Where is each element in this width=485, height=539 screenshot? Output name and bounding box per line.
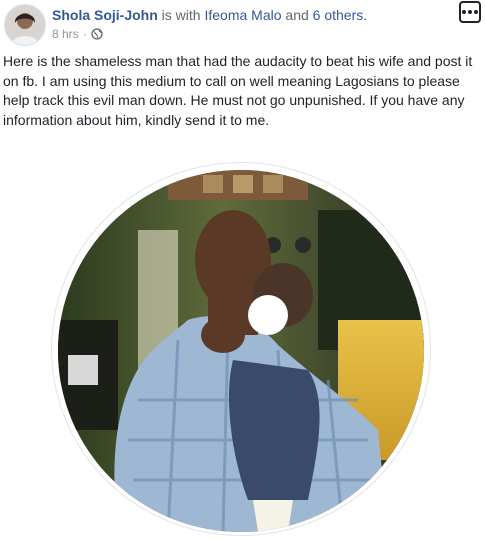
with-text: is with: [161, 7, 201, 23]
ellipsis-dot: [474, 10, 478, 14]
and-text: and: [285, 7, 309, 23]
photo-illustration: [58, 170, 424, 532]
globe-icon[interactable]: [91, 28, 103, 40]
post-header: Shola Soji-John is with Ifeoma Malo and …: [52, 6, 367, 24]
ellipsis-dot: [468, 10, 472, 14]
post-body-text: Here is the shameless man that had the a…: [3, 53, 473, 128]
avatar-image: [5, 5, 45, 45]
post-meta: 8 hrs ·: [52, 26, 103, 42]
author-avatar[interactable]: [4, 4, 46, 46]
post-photo[interactable]: [58, 170, 424, 532]
meta-separator: ·: [82, 27, 87, 41]
tagged-person-link[interactable]: Ifeoma Malo: [204, 7, 281, 23]
others-link[interactable]: 6 others.: [313, 7, 367, 23]
ellipsis-icon: [462, 10, 466, 14]
author-name-link[interactable]: Shola Soji-John: [52, 7, 158, 23]
post-options-button[interactable]: [459, 1, 481, 23]
facebook-post: Shola Soji-John is with Ifeoma Malo and …: [0, 0, 485, 539]
post-timestamp[interactable]: 8 hrs: [52, 26, 79, 42]
